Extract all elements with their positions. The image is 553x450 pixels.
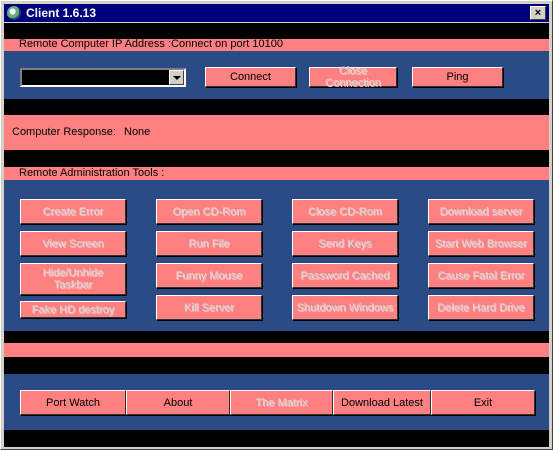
tools-header: Remote Administration Tools : [19,167,165,179]
run-file-button[interactable]: Run File [156,231,262,256]
fake-hd-destroy-button[interactable]: Fake HD destroy [20,301,126,318]
app-icon [7,6,21,20]
connection-header-bar: Remote Computer IP Address :Connect on p… [4,38,549,51]
funny-mouse-button[interactable]: Funny Mouse [156,263,262,288]
create-error-button[interactable]: Create Error [20,199,126,224]
ping-button[interactable]: Ping [412,67,503,87]
delete-hard-drive-button[interactable]: Delete Hard Drive [428,295,534,320]
divider-bar [4,343,549,357]
connect-button[interactable]: Connect [205,67,296,87]
shutdown-windows-button[interactable]: Shutdown Windows [292,295,398,320]
about-button[interactable]: About [126,390,230,415]
open-cdrom-button[interactable]: Open CD-Rom [156,199,262,224]
tools-panel: Create Error View Screen Hide/Unhide Tas… [4,180,549,331]
tools-header-bar: Remote Administration Tools : [4,167,549,180]
password-cached-button[interactable]: Password Cached [292,263,398,288]
close-icon[interactable]: × [530,6,546,20]
the-matrix-button[interactable]: The Matrix [230,390,333,415]
port-watch-button[interactable]: Port Watch [20,390,126,415]
window-title: Client 1.6.13 [26,6,97,20]
send-keys-button[interactable]: Send Keys [292,231,398,256]
exit-button[interactable]: Exit [431,390,535,415]
view-screen-button[interactable]: View Screen [20,231,126,256]
client-window: Client 1.6.13 × Remote Computer IP Addre… [0,0,553,450]
download-latest-button[interactable]: Download Latest [333,390,431,415]
connection-header: Remote Computer IP Address :Connect on p… [19,38,283,50]
response-panel: Computer Response: None [4,115,549,150]
start-web-browser-button[interactable]: Start Web Browser [428,231,534,256]
response-value: None [124,126,151,138]
close-cdrom-button[interactable]: Close CD-Rom [292,199,398,224]
kill-server-button[interactable]: Kill Server [156,295,262,320]
hide-taskbar-button[interactable]: Hide/Unhide Taskbar [20,263,126,295]
client-area: Remote Computer IP Address :Connect on p… [4,23,549,447]
cause-fatal-error-button[interactable]: Cause Fatal Error [428,263,534,288]
title-bar[interactable]: Client 1.6.13 × [4,4,549,22]
response-label: Computer Response: [12,126,116,138]
download-server-button[interactable]: Download server [428,199,534,224]
chevron-down-icon[interactable] [169,70,184,85]
close-connection-button[interactable]: Close Connection [309,65,397,89]
ip-address-combobox[interactable] [20,68,186,87]
